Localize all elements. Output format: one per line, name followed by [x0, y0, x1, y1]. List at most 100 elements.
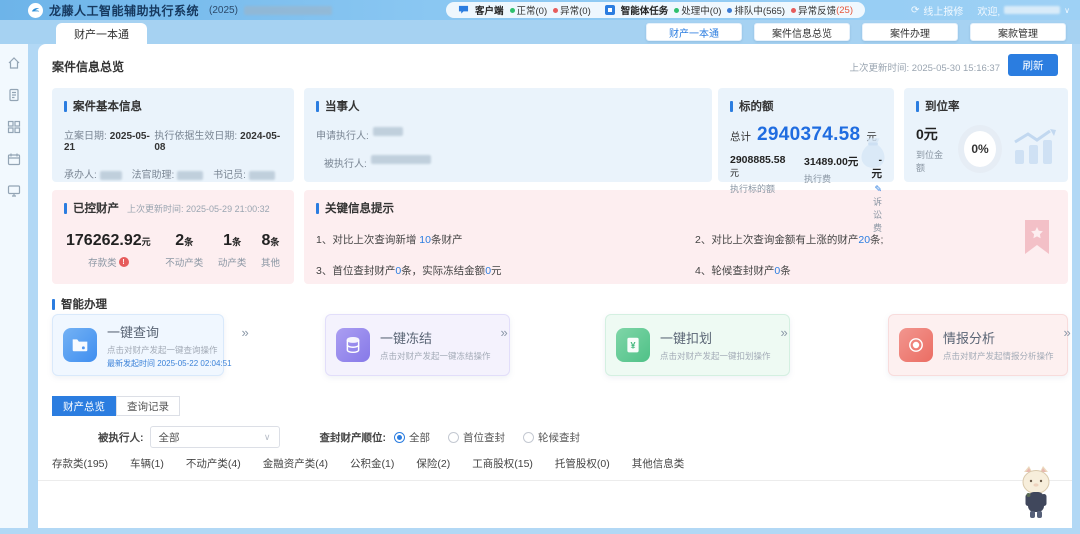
case-basic-info-card: 案件基本信息 立案日期:2025-05-21 执行依据生效日期:2024-05-… [52, 88, 294, 182]
chevron-down-icon: ∨ [1064, 6, 1070, 15]
app-title: 龙藤人工智能辅助执行系统 [49, 2, 199, 19]
brand: 龙藤人工智能辅助执行系统 (2025) [0, 2, 332, 19]
key-tips-card: 关键信息提示 1、对比上次查询新增 10条财产 2、对比上次查询金额有上涨的财产… [304, 190, 1068, 284]
deduction-file-icon: ¥ [616, 328, 650, 362]
agent-queued-status: 排队中(565) [727, 3, 785, 17]
sidebar-item-monitor[interactable] [7, 184, 21, 198]
one-click-deduct-label: 一键扣划 [660, 328, 771, 347]
client-normal-status: 正常(0) [510, 3, 548, 17]
one-click-deduct-desc: 点击对财产发起一键扣划操作 [660, 350, 771, 362]
category-financial-assets[interactable]: 金融资产类(4) [263, 456, 328, 471]
app-logo-icon [28, 3, 43, 18]
arrival-amount-stat: 0元 到位金额 [916, 124, 948, 174]
chevron-double-icon: » [501, 325, 508, 340]
one-click-freeze-label: 一键冻结 [380, 328, 491, 347]
divider [38, 480, 1072, 481]
refresh-button[interactable]: 刷新 [1008, 54, 1058, 76]
nav-case-overview-button[interactable]: 案件信息总览 [754, 23, 850, 41]
page-title: 案件信息总览 [52, 58, 124, 75]
seal-order-radios: 全部 首位查封 轮候查封 [394, 430, 580, 445]
category-vehicle[interactable]: 车辆(1) [130, 456, 164, 471]
one-click-query-card[interactable]: 一键查询 点击对财产发起一键查询操作 最新发起时间 2025-05-22 02:… [52, 314, 224, 376]
category-housing-fund[interactable]: 公积金(1) [350, 456, 394, 471]
arrival-rate-card: 到位率 0元 到位金额 0% [904, 88, 1068, 182]
welcome-label: 欢迎, [977, 3, 1000, 18]
app-root: 龙藤人工智能辅助执行系统 (2025) 客户端 正常(0) 异常(0) 智能体任… [0, 0, 1080, 534]
intel-analysis-label: 情报分析 [943, 328, 1054, 347]
redacted-clerk [249, 171, 275, 180]
database-icon [336, 328, 370, 362]
target-amount-card: 标的额 总计 2940374.58 元 2908885.58元 执行标的额 31… [718, 88, 894, 182]
intel-analysis-desc: 点击对财产发起情报分析操作 [943, 350, 1054, 362]
sidebar-item-document[interactable] [7, 88, 21, 102]
nav-buttons: 财产一本通 案件信息总览 案件办理 案款管理 [646, 23, 1066, 41]
redacted-handler [100, 171, 122, 180]
category-realestate[interactable]: 不动产类(4) [186, 456, 241, 471]
deposit-stat: 176262.92元 存款类! [66, 232, 151, 269]
tip-item-2: 2、对比上次查询金额有上涨的财产20条; [695, 232, 1056, 247]
chevron-down-icon: ∨ [264, 432, 271, 443]
sidebar-item-apps[interactable] [7, 120, 21, 134]
category-row: 存款类(195) 车辆(1) 不动产类(4) 金融资产类(4) 公积金(1) 保… [52, 456, 684, 471]
main-panel: 案件信息总览 上次更新时间: 2025-05-30 15:16:37 刷新 案件… [38, 44, 1072, 528]
sidebar [0, 44, 28, 528]
online-repair-link[interactable]: ⟳ 线上报修 [911, 3, 963, 18]
status-pill: 客户端 正常(0) 异常(0) 智能体任务 处理中(0) 排队中(565) 异常… [446, 2, 865, 18]
agent-feedback-status: 异常反馈(25) [791, 3, 853, 17]
category-business-equity[interactable]: 工商股权(15) [472, 456, 533, 471]
applicant-label: 申请执行人: [316, 127, 369, 142]
nav-case-handling-button[interactable]: 案件办理 [862, 23, 958, 41]
sidebar-item-home[interactable] [7, 56, 21, 70]
movable-stat: 1条 动产类 [218, 232, 247, 269]
folder-icon [63, 328, 97, 362]
tab-strip: 财产一本通 财产一本通 案件信息总览 案件办理 案款管理 [0, 20, 1080, 44]
top-bar: 龙藤人工智能辅助执行系统 (2025) 客户端 正常(0) 异常(0) 智能体任… [0, 0, 1080, 20]
executee-select[interactable]: 全部 ∨ [150, 426, 280, 448]
category-deposit[interactable]: 存款类(195) [52, 456, 108, 471]
effective-date-label: 执行依据生效日期: [154, 131, 237, 142]
category-other-info[interactable]: 其他信息类 [632, 456, 685, 471]
redacted-case-number [244, 6, 332, 15]
agent-task-icon [605, 5, 615, 15]
total-label: 总计 [730, 129, 751, 144]
clerk-label: 书记员: [213, 170, 246, 181]
category-insurance[interactable]: 保险(2) [416, 456, 450, 471]
redacted-applicant [373, 127, 403, 136]
client-chat-icon [458, 5, 469, 15]
handler-label: 承办人: [64, 170, 97, 181]
target-icon [899, 328, 933, 362]
exec-fee-stat: 31489.00元 执行费 [804, 154, 858, 234]
tab-query-records[interactable]: 查询记录 [116, 396, 180, 416]
sidebar-item-calendar[interactable] [7, 152, 21, 166]
tip-item-4: 4、轮候查封财产0条 [695, 263, 1056, 278]
assistant-label: 法官助理: [132, 170, 175, 181]
target-amount-title: 标的额 [730, 98, 882, 114]
agent-status-label: 智能体任务 [621, 3, 669, 17]
total-amount-value: 2940374.58 [757, 124, 860, 146]
pencil-icon: ✎ [874, 184, 882, 194]
category-custody-equity[interactable]: 托管股权(0) [555, 456, 610, 471]
intel-analysis-card[interactable]: 情报分析 点击对财产发起情报分析操作 » [888, 314, 1068, 376]
one-click-deduct-card[interactable]: ¥ 一键扣划 点击对财产发起一键扣划操作 » [605, 314, 790, 376]
nav-property-passbook-button[interactable]: 财产一本通 [646, 23, 742, 41]
nav-case-funds-button[interactable]: 案款管理 [970, 23, 1066, 41]
bottom-tabs: 财产总览 查询记录 [52, 396, 180, 416]
radio-all[interactable]: 全部 [394, 430, 430, 445]
tab-property-passbook[interactable]: 财产一本通 [56, 23, 147, 44]
ribbon-star-icon [1024, 220, 1050, 259]
tip-item-1: 1、对比上次查询新增 10条财产 [316, 232, 695, 247]
assistant-mascot[interactable] [1014, 465, 1058, 524]
controlled-update-time: 上次更新时间: 2025-05-29 21:00:32 [127, 202, 270, 215]
chevron-double-icon: » [1064, 325, 1071, 340]
user-menu[interactable]: 欢迎, ∨ [977, 3, 1070, 18]
tab-property-overview[interactable]: 财产总览 [52, 396, 116, 416]
lawsuit-fee-stat: -元 ✎ 诉讼费 [870, 154, 882, 234]
key-tips-title: 关键信息提示 [316, 200, 1056, 216]
client-status-label: 客户端 [475, 3, 504, 17]
radio-first-seal[interactable]: 首位查封 [448, 430, 505, 445]
filing-date-label: 立案日期: [64, 131, 107, 142]
radio-waiting-seal[interactable]: 轮候查封 [523, 430, 580, 445]
arrival-rate-donut: 0% [958, 125, 1002, 173]
one-click-freeze-card[interactable]: 一键冻结 点击对财产发起一键冻结操作 » [325, 314, 510, 376]
redacted-username [1004, 6, 1060, 14]
